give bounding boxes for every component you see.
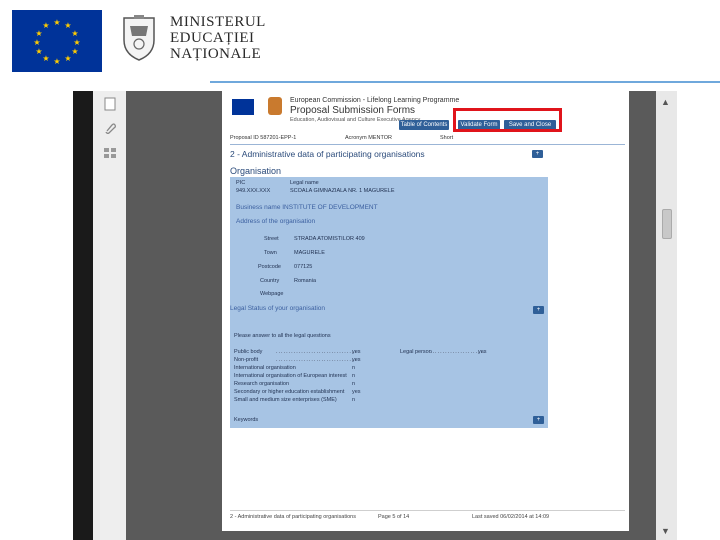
- keywords-expand-button[interactable]: +: [533, 416, 544, 424]
- attachment-icon[interactable]: [102, 121, 117, 135]
- scroll-thumb[interactable]: [662, 209, 672, 239]
- svg-text:★: ★: [73, 38, 80, 47]
- romania-crest-icon: [120, 14, 158, 62]
- street-value: STRADA ATOMISTILOR 409: [294, 236, 365, 242]
- table-of-contents-button[interactable]: Table of Contents: [399, 120, 449, 130]
- layers-icon[interactable]: [102, 146, 117, 160]
- legal-status-link[interactable]: Legal Status of your organisation: [230, 305, 325, 312]
- education-est-label: Secondary or higher education establishm…: [234, 389, 345, 395]
- research-org-value: n: [352, 381, 356, 387]
- public-body-dots: ................................: [276, 349, 357, 355]
- svg-text:★: ★: [42, 21, 49, 30]
- nonprofit-label: Non-profit: [234, 357, 259, 363]
- organisation-panel-content: PIC Legal name 949.XXX.XXX SCOALA GIMNAZ…: [230, 177, 548, 428]
- legal-status-expand-button[interactable]: +: [533, 306, 544, 314]
- header-divider: [210, 81, 720, 83]
- postcode-value: 077125: [294, 264, 313, 270]
- page-footer: 2 - Administrative data of participating…: [230, 510, 625, 520]
- programme-line: European Commission - Lifelong Learning …: [290, 97, 460, 104]
- international-org-label: International organisation: [234, 365, 296, 371]
- webpage-label: Webpage: [260, 291, 284, 297]
- pdf-viewer: European Commission - Lifelong Learning …: [73, 91, 677, 540]
- acronym: Acronym MENTOR: [345, 135, 392, 141]
- nonprofit-value: yes: [352, 357, 361, 363]
- nonprofit-dots: ................................: [276, 357, 357, 363]
- eacea-logo-icon: [268, 97, 282, 115]
- address-link[interactable]: Address of the organisation: [236, 218, 315, 225]
- keywords-label: Keywords: [234, 417, 259, 423]
- ministry-line-1: MINISTERUL: [170, 14, 266, 30]
- svg-text:★: ★: [53, 57, 60, 66]
- legal-name-label: Legal name: [290, 180, 319, 186]
- street-label: Street: [264, 236, 279, 242]
- section-expand-button[interactable]: +: [532, 150, 543, 158]
- vertical-scrollbar[interactable]: ▲ ▼: [656, 91, 677, 540]
- proposal-meta: Proposal ID 587201-EPP-1 Acronym MENTOR …: [230, 135, 625, 145]
- subsection-title: Organisation: [230, 166, 282, 176]
- country-value: Romania: [294, 278, 317, 284]
- footer-page: Page 5 of 14: [378, 514, 410, 520]
- page-icon[interactable]: [102, 97, 117, 111]
- legal-name-value: SCOALA GIMNAZIALA NR. 1 MAGURELE: [290, 188, 395, 194]
- proposal-id: Proposal ID 587201-EPP-1: [230, 135, 297, 141]
- short-label: Short: [440, 135, 454, 141]
- svg-text:★: ★: [71, 47, 78, 56]
- international-org-eu-value: n: [352, 373, 356, 379]
- svg-text:★: ★: [33, 38, 40, 47]
- town-value: MAGURELE: [294, 250, 325, 256]
- legal-person-value: yes: [478, 349, 487, 355]
- form-page: European Commission - Lifelong Learning …: [222, 91, 629, 531]
- footer-timestamp: Last saved 06/02/2014 at 14:09: [472, 514, 550, 520]
- town-label: Town: [264, 250, 277, 256]
- footer-section: 2 - Administrative data of participating…: [230, 514, 356, 520]
- viewer-side-toolbar: [93, 91, 126, 540]
- pic-label: PIC: [236, 180, 246, 186]
- sme-label: Small and medium size enterprises (SME): [234, 397, 337, 403]
- ministry-line-2: EDUCAȚIEI: [170, 30, 255, 46]
- public-body-value: yes: [352, 349, 361, 355]
- research-org-label: Research organisation: [234, 381, 290, 387]
- international-org-eu-label: International organisation of European i…: [234, 373, 347, 379]
- slide-header: ★ ★ ★ ★ ★ ★ ★ ★ ★ ★ ★ ★ MINISTERUL EDUCAȚIEI NAȚ…: [0, 0, 720, 83]
- eu-flag-icon: ★ ★ ★ ★ ★ ★ ★ ★ ★ ★ ★ ★: [12, 10, 102, 72]
- svg-text:★: ★: [53, 18, 60, 27]
- sme-value: n: [352, 397, 356, 403]
- ministry-name: MINISTERUL EDUCAȚIEI NAȚIONALE: [170, 14, 266, 62]
- svg-text:★: ★: [35, 47, 42, 56]
- legal-status-instructions: Please answer to all the legal questions: [234, 333, 331, 339]
- scroll-up-icon[interactable]: ▲: [661, 97, 670, 107]
- form-title: Proposal Submission Forms: [290, 105, 416, 116]
- pic-value: 949.XXX.XXX: [236, 188, 271, 194]
- svg-text:★: ★: [64, 54, 71, 63]
- postcode-label: Postcode: [258, 264, 281, 270]
- ministry-line-3: NAȚIONALE: [170, 46, 262, 62]
- scroll-down-icon[interactable]: ▼: [661, 526, 670, 536]
- legal-person-label: Legal person: [400, 349, 432, 355]
- section-title: 2 - Administrative data of participating…: [230, 149, 425, 159]
- business-name-link[interactable]: Business name INSTITUTE OF DEVELOPMENT: [236, 204, 378, 211]
- country-label: Country: [260, 278, 280, 284]
- svg-text:★: ★: [42, 54, 49, 63]
- education-est-value: yes: [352, 389, 361, 395]
- international-org-value: n: [352, 365, 356, 371]
- svg-text:★: ★: [71, 29, 78, 38]
- public-body-label: Public body: [234, 349, 263, 355]
- eu-flag-small-icon: [232, 99, 254, 115]
- svg-text:★: ★: [35, 29, 42, 38]
- highlight-box: [453, 108, 562, 132]
